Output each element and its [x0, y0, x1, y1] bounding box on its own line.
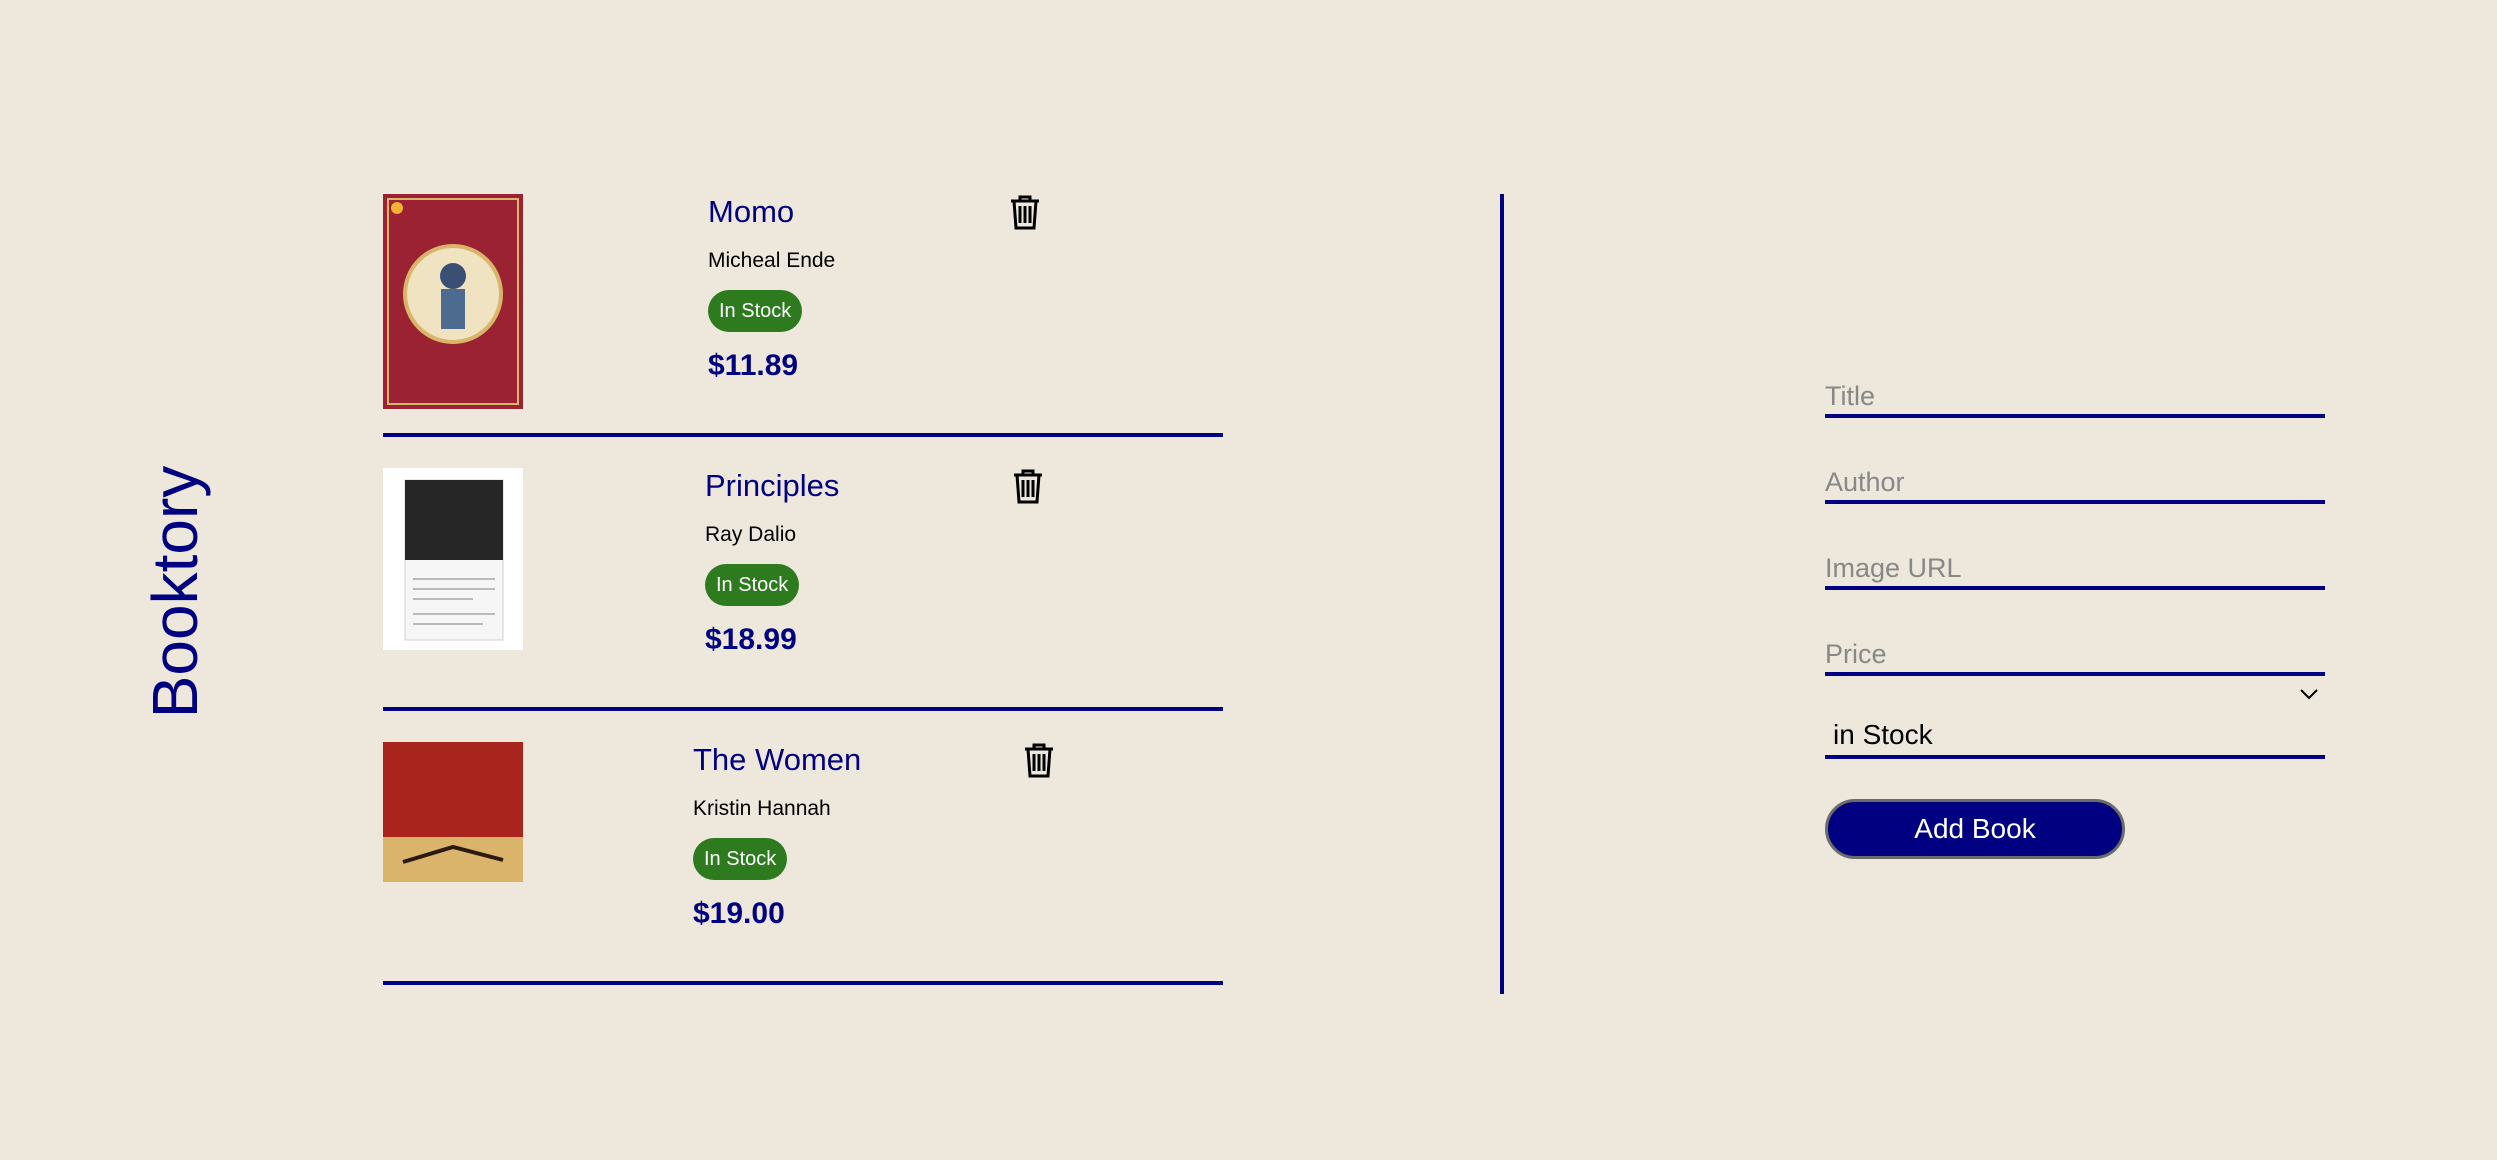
- stock-badge: In Stock: [705, 564, 800, 606]
- book-cover: [383, 468, 523, 650]
- book-price: $19.00: [693, 897, 785, 930]
- book-title: Principles: [705, 468, 840, 503]
- chevron-down-icon: [2299, 687, 2319, 701]
- book-list: Momo Micheal Ende In Stock $11.89 Princi…: [383, 194, 1223, 1016]
- book-info: Momo Micheal Ende In Stock $11.89: [708, 194, 835, 383]
- stock-select-value: in Stock: [1833, 719, 1933, 750]
- trash-icon[interactable]: [1012, 468, 1044, 504]
- book-item: Momo Micheal Ende In Stock $11.89: [383, 194, 1223, 437]
- app-logo: Booktory: [139, 465, 211, 719]
- book-info: The Women Kristin Hannah In Stock $19.00: [693, 742, 861, 931]
- trash-icon[interactable]: [1009, 194, 1041, 230]
- book-item: The Women Kristin Hannah In Stock $19.00: [383, 742, 1223, 985]
- author-input[interactable]: [1825, 467, 2325, 498]
- book-item: Principles Ray Dalio In Stock $18.99: [383, 468, 1223, 711]
- stock-select[interactable]: in Stock: [1825, 689, 2325, 759]
- book-author: Micheal Ende: [708, 249, 836, 272]
- image-url-input[interactable]: [1825, 553, 2325, 584]
- price-field-wrap: [1825, 623, 2325, 676]
- book-author: Ray Dalio: [705, 523, 797, 546]
- trash-icon[interactable]: [1023, 742, 1055, 778]
- book-cover: [383, 742, 523, 882]
- book-title: The Women: [693, 742, 862, 777]
- add-book-button[interactable]: Add Book: [1825, 799, 2125, 859]
- stock-badge: In Stock: [693, 838, 788, 880]
- image-url-field-wrap: [1825, 537, 2325, 590]
- book-author: Kristin Hannah: [693, 797, 831, 820]
- stock-badge: In Stock: [708, 290, 803, 332]
- title-input[interactable]: [1825, 381, 2325, 412]
- price-input[interactable]: [1825, 639, 2325, 670]
- vertical-divider: [1500, 194, 1504, 994]
- title-field-wrap: [1825, 365, 2325, 418]
- book-title: Momo: [708, 194, 795, 229]
- book-price: $11.89: [708, 349, 799, 382]
- author-field-wrap: [1825, 451, 2325, 504]
- book-cover: [383, 194, 523, 409]
- add-book-form: in Stock Add Book: [1825, 365, 2325, 859]
- book-price: $18.99: [705, 623, 797, 656]
- book-info: Principles Ray Dalio In Stock $18.99: [705, 468, 839, 657]
